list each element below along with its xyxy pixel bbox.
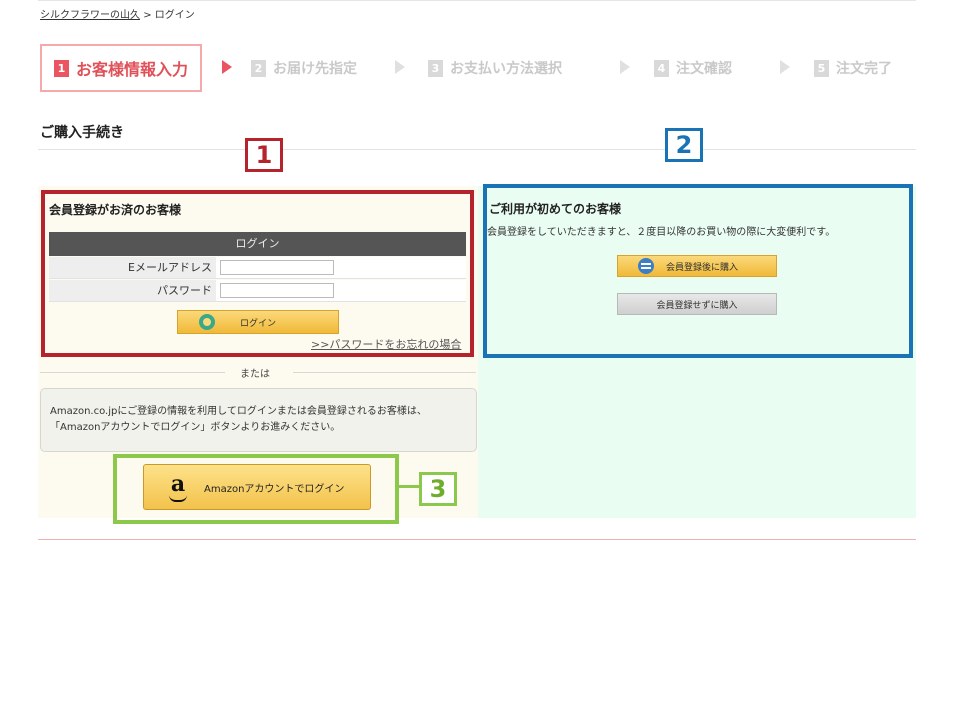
forgot-password-link[interactable]: >>パスワードをお忘れの場合 xyxy=(311,336,461,352)
guest-checkout-label: 会員登録せずに購入 xyxy=(656,300,738,311)
amazon-login-label: Amazonアカウントでログイン xyxy=(204,483,345,495)
password-field[interactable] xyxy=(220,283,334,298)
step-complete: 5 注文完了 xyxy=(814,44,892,92)
breadcrumb-home-link[interactable]: シルクフラワーの山久 xyxy=(40,10,140,21)
step-arrow-icon xyxy=(620,60,630,74)
step-arrow-icon xyxy=(395,60,405,74)
step-label: お届け先指定 xyxy=(273,61,357,77)
title-divider xyxy=(38,149,916,150)
password-label: パスワード xyxy=(49,280,216,301)
top-divider xyxy=(38,0,916,1)
or-divider-left xyxy=(40,372,225,373)
callout-connector-3 xyxy=(399,485,419,488)
guest-heading: ご利用が初めてのお客様 xyxy=(489,202,622,216)
member-heading: 会員登録がお済のお客様 xyxy=(49,203,182,217)
step-arrow-icon xyxy=(222,60,232,74)
breadcrumb-separator: > xyxy=(143,10,152,21)
step-number: 3 xyxy=(428,59,443,77)
password-row: パスワード xyxy=(49,280,466,302)
step-delivery: 2 お届け先指定 xyxy=(251,44,357,92)
step-number: 2 xyxy=(251,59,266,77)
member-icon xyxy=(638,258,654,274)
checkout-steps: 1 お客様情報入力 2 お届け先指定 3 お支払い方法選択 4 注文確認 5 注… xyxy=(40,44,920,92)
page-title: ご購入手続き xyxy=(40,125,124,141)
register-and-buy-label: 会員登録後に購入 xyxy=(665,262,738,273)
step-label: お客様情報入力 xyxy=(76,60,189,79)
amazon-note: Amazon.co.jpにご登録の情報を利用してログインまたは会員登録されるお客… xyxy=(40,388,477,452)
email-label: Eメールアドレス xyxy=(49,257,216,278)
step-number: 1 xyxy=(54,59,69,77)
bottom-divider xyxy=(38,539,916,540)
step-payment: 3 お支払い方法選択 xyxy=(428,44,562,92)
guest-description: 会員登録をしていただきますと、２度目以降のお買い物の際に大変便利です。 xyxy=(487,227,836,238)
amazon-login-button[interactable]: a Amazonアカウントでログイン xyxy=(143,464,371,510)
step-arrow-icon xyxy=(780,60,790,74)
step-label: お支払い方法選択 xyxy=(450,61,562,77)
step-number: 5 xyxy=(814,59,829,77)
callout-badge-1: 1 xyxy=(245,138,283,172)
login-button[interactable]: ログイン xyxy=(177,310,339,334)
login-table-header: ログイン xyxy=(49,232,466,256)
breadcrumb: シルクフラワーの山久 > ログイン xyxy=(40,6,195,21)
or-divider-right xyxy=(293,372,476,373)
callout-badge-3: 3 xyxy=(419,472,457,506)
amazon-logo-icon: a xyxy=(166,473,190,502)
login-button-label: ログイン xyxy=(239,318,276,329)
amazon-note-line2: 「Amazonアカウントでログイン」ボタンよりお進みください。 xyxy=(50,422,341,433)
guest-checkout-button[interactable]: 会員登録せずに購入 xyxy=(617,293,777,315)
step-customer-info: 1 お客様情報入力 xyxy=(40,44,203,92)
gear-icon xyxy=(199,314,215,330)
email-field[interactable] xyxy=(220,260,334,275)
register-and-buy-button[interactable]: 会員登録後に購入 xyxy=(617,255,777,277)
amazon-note-line1: Amazon.co.jpにご登録の情報を利用してログインまたは会員登録されるお客… xyxy=(50,406,427,417)
step-label: 注文完了 xyxy=(836,61,892,77)
or-text: または xyxy=(240,369,270,380)
step-confirm: 4 注文確認 xyxy=(654,44,732,92)
callout-badge-2: 2 xyxy=(665,128,703,162)
breadcrumb-current: ログイン xyxy=(154,10,195,21)
email-row: Eメールアドレス xyxy=(49,257,466,279)
step-label: 注文確認 xyxy=(676,61,732,77)
step-number: 4 xyxy=(654,59,669,77)
